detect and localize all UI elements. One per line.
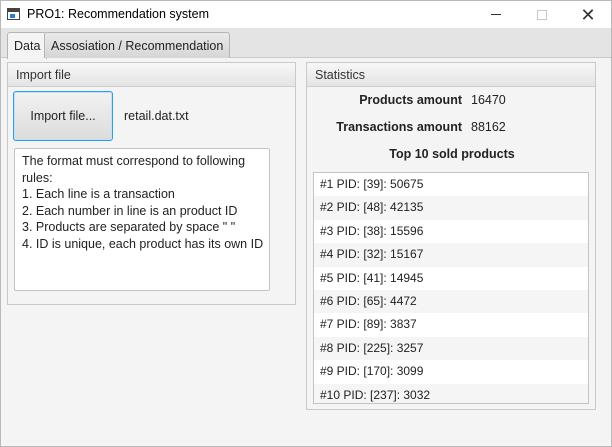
minimize-button[interactable]: [473, 1, 519, 28]
list-item[interactable]: #9 PID: [170]: 3099: [314, 360, 588, 383]
list-item[interactable]: #4 PID: [32]: 15167: [314, 243, 588, 267]
minimize-icon: [491, 14, 501, 15]
close-icon: ✕: [580, 4, 596, 25]
statistics-panel: Statistics Products amount 16470 Transac…: [306, 62, 596, 410]
list-item[interactable]: #5 PID: [41]: 14945: [314, 267, 588, 290]
statistics-panel-header: Statistics: [307, 63, 595, 87]
window-title: PRO1: Recommendation system: [27, 7, 210, 21]
rules-line: 4. ID is unique, each product has its ow…: [22, 236, 264, 251]
list-item[interactable]: #6 PID: [65]: 4472: [314, 289, 588, 314]
transactions-amount-label: Transactions amount: [336, 120, 462, 134]
import-file-panel: Import file Import file... retail.dat.tx…: [7, 62, 296, 305]
top-products-title: Top 10 sold products: [389, 147, 515, 161]
imported-file-name: retail.dat.txt: [124, 109, 189, 123]
rules-line: 2. Each number in line is an product ID: [22, 203, 238, 218]
transactions-amount-row: Transactions amount 88162: [307, 120, 597, 138]
format-rules-textarea[interactable]: The format must correspond to following …: [14, 148, 270, 291]
window-app-icon: [7, 8, 20, 20]
list-item[interactable]: #10 PID: [237]: 3032: [314, 383, 588, 403]
products-amount-value: 16470: [471, 93, 506, 107]
maximize-button[interactable]: [519, 1, 565, 28]
list-item[interactable]: #2 PID: [48]: 42135: [314, 196, 588, 220]
list-item[interactable]: #1 PID: [39]: 50675: [314, 173, 588, 196]
list-item[interactable]: #7 PID: [89]: 3837: [314, 313, 588, 336]
tab-association-recommendation[interactable]: Assosiation / Recommendation: [44, 32, 231, 58]
title-bar[interactable]: PRO1: Recommendation system ✕: [1, 1, 611, 28]
app-window: PRO1: Recommendation system ✕ Data Assos…: [0, 0, 612, 447]
list-item[interactable]: #8 PID: [225]: 3257: [314, 336, 588, 361]
products-amount-row: Products amount 16470: [307, 93, 597, 111]
rules-line: 3. Products are separated by space " ": [22, 220, 236, 234]
import-file-button[interactable]: Import file...: [13, 91, 113, 141]
top-products-list[interactable]: #1 PID: [39]: 50675 #2 PID: [48]: 42135 …: [313, 172, 589, 404]
products-amount-label: Products amount: [359, 93, 462, 107]
close-button[interactable]: ✕: [565, 1, 611, 28]
rules-line: rules:: [22, 170, 53, 185]
rules-line: The format must correspond to following: [22, 154, 246, 168]
tab-data[interactable]: Data: [7, 32, 48, 59]
import-panel-header: Import file: [8, 63, 295, 87]
rules-line: 1. Each line is a transaction: [22, 187, 175, 201]
list-item[interactable]: #3 PID: [38]: 15596: [314, 220, 588, 243]
maximize-icon: [537, 9, 547, 20]
tab-bar: Data Assosiation / Recommendation: [1, 28, 611, 59]
transactions-amount-value: 88162: [471, 120, 506, 134]
